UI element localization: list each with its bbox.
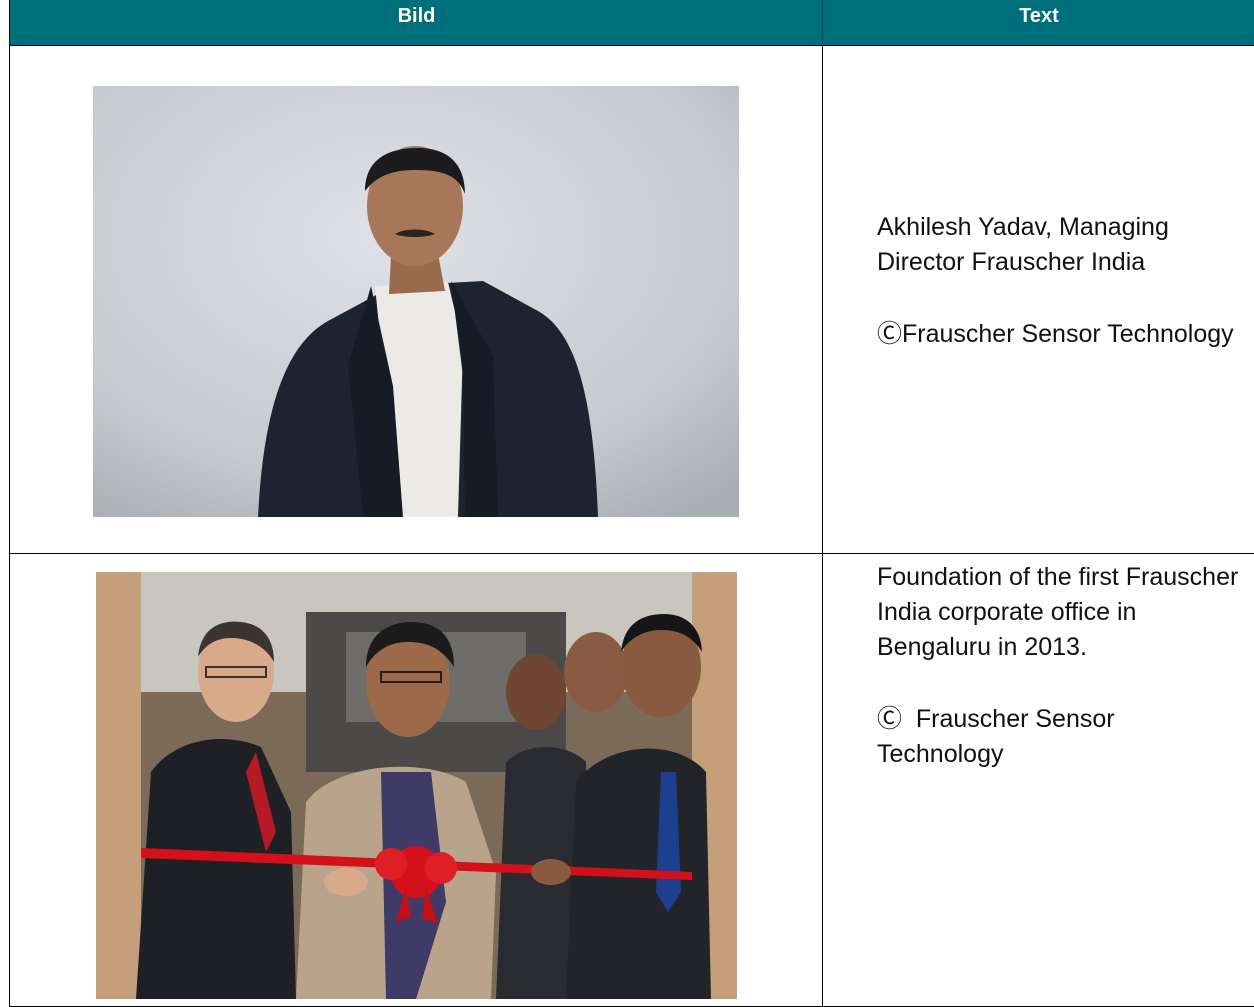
portrait-photo <box>93 86 739 517</box>
column-divider <box>822 46 823 1007</box>
caption-row-1: Akhilesh Yadav, Managing Director Frausc… <box>877 210 1247 352</box>
caption-row-2: Foundation of the first Frauscher India … <box>877 560 1247 772</box>
row-divider <box>10 553 1254 554</box>
credit-text: ⒸFrauscher Sensor Technology <box>877 320 1234 348</box>
header-divider <box>822 0 823 46</box>
header-cell-image: Bild <box>397 5 436 27</box>
caption-text: Akhilesh Yadav, Managing Director Frausc… <box>877 213 1169 276</box>
header-cell-text: Text <box>1019 5 1059 27</box>
table-header: Bild Text <box>10 0 1254 46</box>
caption-text: Foundation of the first Frauscher India … <box>877 563 1239 661</box>
ribbon-cutting-photo <box>96 572 737 999</box>
credit-text: Ⓒ Frauscher Sensor Technology <box>877 705 1122 768</box>
